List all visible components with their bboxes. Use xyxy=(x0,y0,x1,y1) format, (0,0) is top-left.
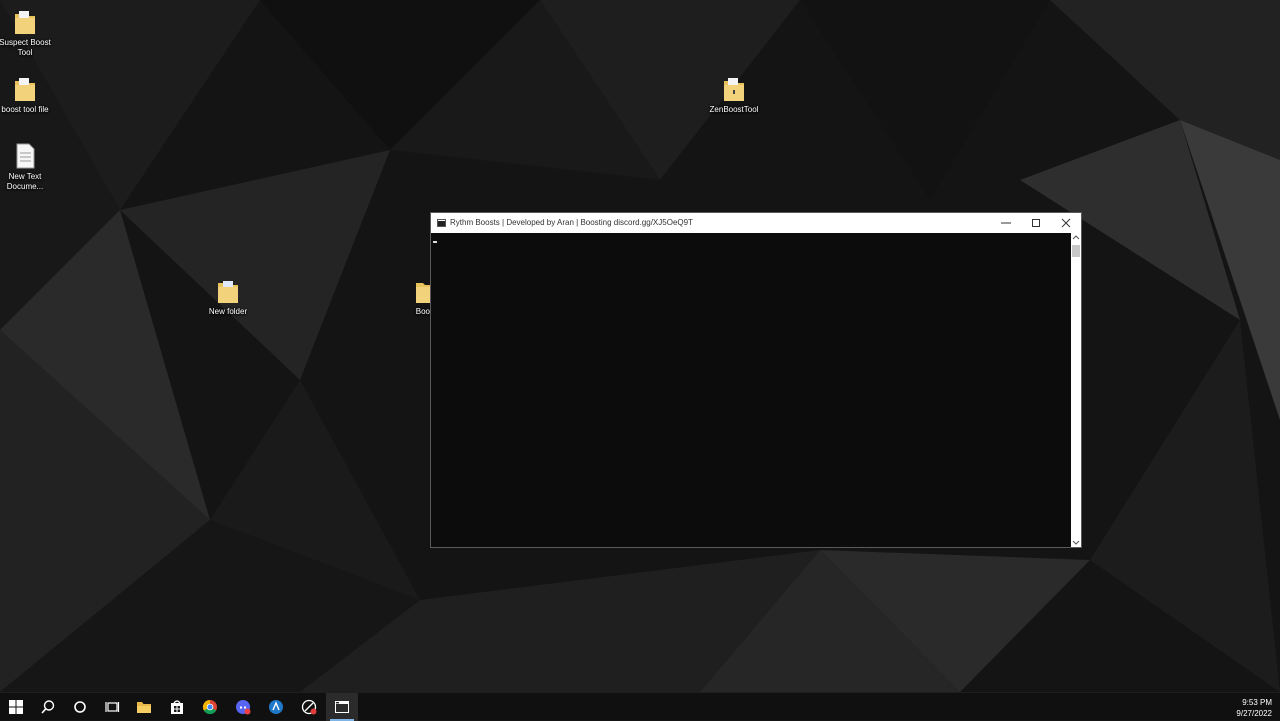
cortana-button[interactable] xyxy=(64,693,96,721)
close-button[interactable] xyxy=(1051,213,1081,233)
app-icon xyxy=(269,700,283,714)
console-output-area[interactable] xyxy=(431,233,1071,547)
text-cursor xyxy=(433,241,437,243)
app-icon xyxy=(301,699,317,715)
clock-date: 9/27/2022 xyxy=(1236,709,1272,718)
cortana-icon xyxy=(74,701,86,713)
task-view-icon xyxy=(105,702,120,712)
desktop-icon-new-folder[interactable]: New folder xyxy=(195,277,261,317)
minimize-icon xyxy=(1001,222,1011,224)
desktop-icon-boost-tool-file[interactable]: boost tool file xyxy=(0,75,58,115)
minimize-button[interactable] xyxy=(991,213,1021,233)
folder-icon xyxy=(15,11,35,34)
clock-time: 9:53 PM xyxy=(1242,698,1272,707)
taskbar-console[interactable] xyxy=(326,693,358,721)
desktop-icon-label: boost tool file xyxy=(1,105,49,114)
folder-icon xyxy=(724,78,744,101)
chrome-icon xyxy=(202,699,217,715)
console-window-title: Rythm Boosts | Developed by Aran | Boost… xyxy=(450,218,693,227)
taskbar-chrome[interactable] xyxy=(194,693,226,721)
desktop-icon-label: New folder xyxy=(208,307,248,316)
desktop-icon-zenboosttool[interactable]: ZenBoostTool xyxy=(701,75,767,115)
store-icon xyxy=(171,700,183,714)
taskbar-file-explorer[interactable] xyxy=(128,693,160,721)
search-icon xyxy=(41,700,55,714)
desktop: Suspect Boost Tool boost tool file New T… xyxy=(0,0,1280,692)
windows-start-icon xyxy=(9,700,23,714)
maximize-button[interactable] xyxy=(1021,213,1051,233)
taskbar-clock[interactable]: 9:53 PM 9/27/2022 xyxy=(1236,697,1272,719)
discord-icon xyxy=(236,700,251,715)
start-button[interactable] xyxy=(0,693,32,721)
scroll-down-arrow-icon[interactable] xyxy=(1071,537,1081,547)
folder-icon xyxy=(218,281,238,303)
desktop-icon-label: ZenBoostTool xyxy=(709,105,759,114)
taskbar-search-button[interactable] xyxy=(32,693,64,721)
taskbar-app-1[interactable] xyxy=(260,693,292,721)
taskbar-store[interactable] xyxy=(161,693,193,721)
scroll-up-arrow-icon[interactable] xyxy=(1071,233,1081,243)
console-app-icon xyxy=(437,219,446,227)
taskbar: 9:53 PM 9/27/2022 xyxy=(0,692,1280,721)
file-explorer-icon xyxy=(137,702,151,713)
folder-icon xyxy=(15,78,35,101)
vertical-scrollbar[interactable] xyxy=(1071,233,1081,547)
desktop-icon-label: Suspect Boost Tool xyxy=(0,38,51,57)
console-titlebar[interactable]: Rythm Boosts | Developed by Aran | Boost… xyxy=(431,213,1081,233)
desktop-icon-new-text-document[interactable]: New Text Docume... xyxy=(0,142,58,192)
scrollbar-thumb[interactable] xyxy=(1072,245,1080,257)
console-window[interactable]: Rythm Boosts | Developed by Aran | Boost… xyxy=(430,212,1082,548)
maximize-icon xyxy=(1032,219,1040,227)
desktop-icon-suspect-boost-tool[interactable]: Suspect Boost Tool xyxy=(0,8,58,58)
text-document-icon xyxy=(16,143,35,169)
close-icon xyxy=(1061,218,1071,228)
console-icon xyxy=(335,701,349,713)
task-view-button[interactable] xyxy=(96,693,128,721)
taskbar-discord[interactable] xyxy=(227,693,259,721)
taskbar-app-2[interactable] xyxy=(293,693,325,721)
desktop-icon-label: New Text Docume... xyxy=(6,172,44,191)
